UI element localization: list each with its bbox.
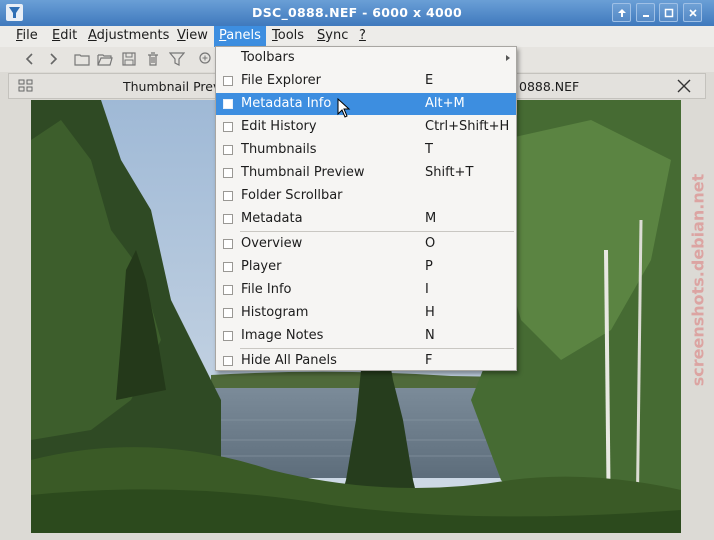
save-button[interactable] xyxy=(120,50,138,68)
menu-item-file-info[interactable]: File Info I xyxy=(216,279,516,301)
trash-icon xyxy=(148,52,158,66)
menu-item-player[interactable]: Player P xyxy=(216,256,516,278)
filter-button[interactable] xyxy=(168,50,186,68)
mouse-cursor-icon xyxy=(337,97,351,122)
checkbox[interactable] xyxy=(223,99,233,109)
close-window-button[interactable] xyxy=(683,3,702,22)
menu-item-toolbars[interactable]: Toolbars xyxy=(216,47,516,69)
maximize-icon xyxy=(664,8,673,17)
chevron-right-icon xyxy=(50,53,58,65)
checkbox[interactable] xyxy=(223,285,233,295)
menu-panels[interactable]: Panels xyxy=(214,26,266,47)
menu-separator xyxy=(240,231,514,232)
back-button[interactable] xyxy=(21,50,39,68)
menu-tools[interactable]: Tools xyxy=(267,26,309,47)
minimize-icon xyxy=(642,14,649,17)
menu-help[interactable]: ? xyxy=(354,26,371,47)
checkbox[interactable] xyxy=(223,214,233,224)
zoom-in-button[interactable] xyxy=(197,50,215,68)
tab-image-file[interactable]: 0888.NEF xyxy=(519,79,579,94)
filter-icon xyxy=(169,52,185,66)
watermark: screenshots.debian.net xyxy=(688,173,708,387)
chevron-left-icon xyxy=(25,53,33,65)
title-bar: DSC_0888.NEF - 6000 x 4000 xyxy=(0,0,714,26)
submenu-arrow-icon xyxy=(506,55,510,61)
menu-bar: File Edit Adjustments View Panels Tools … xyxy=(0,26,714,48)
folder-icon xyxy=(74,54,90,66)
menu-item-histogram[interactable]: Histogram H xyxy=(216,302,516,324)
maximize-button[interactable] xyxy=(659,3,678,22)
menu-adjustments[interactable]: Adjustments xyxy=(83,26,174,47)
close-icon xyxy=(688,8,697,17)
menu-separator xyxy=(240,348,514,349)
menu-item-thumbnail-preview[interactable]: Thumbnail Preview Shift+T xyxy=(216,162,516,184)
new-folder-button[interactable] xyxy=(73,50,91,68)
panels-menu: Toolbars File Explorer E Metadata Info A… xyxy=(215,46,517,371)
checkbox[interactable] xyxy=(223,239,233,249)
forward-button[interactable] xyxy=(44,50,62,68)
zoom-in-icon xyxy=(199,52,211,64)
minimize-button[interactable] xyxy=(636,3,655,22)
menu-item-metadata[interactable]: Metadata M xyxy=(216,208,516,230)
menu-sync[interactable]: Sync xyxy=(312,26,353,47)
checkbox[interactable] xyxy=(223,191,233,201)
checkbox[interactable] xyxy=(223,308,233,318)
window-title: DSC_0888.NEF - 6000 x 4000 xyxy=(252,5,462,20)
menu-item-image-notes[interactable]: Image Notes N xyxy=(216,325,516,347)
save-icon xyxy=(122,52,136,66)
grid-view-icon[interactable] xyxy=(18,79,33,97)
menu-item-overview[interactable]: Overview O xyxy=(216,233,516,255)
keep-above-button[interactable] xyxy=(612,3,631,22)
menu-item-metadata-info[interactable]: Metadata Info Alt+M xyxy=(216,93,516,115)
menu-item-hide-all-panels[interactable]: Hide All Panels F xyxy=(216,350,516,372)
menu-item-edit-history[interactable]: Edit History Ctrl+Shift+H xyxy=(216,116,516,138)
checkbox[interactable] xyxy=(223,262,233,272)
arrow-up-icon xyxy=(617,8,626,17)
checkbox[interactable] xyxy=(223,331,233,341)
menu-edit[interactable]: Edit xyxy=(47,26,82,47)
checkbox[interactable] xyxy=(223,122,233,132)
menu-file[interactable]: File xyxy=(11,26,43,47)
menu-item-thumbnails[interactable]: Thumbnails T xyxy=(216,139,516,161)
delete-button[interactable] xyxy=(144,50,162,68)
menu-item-folder-scrollbar[interactable]: Folder Scrollbar xyxy=(216,185,516,207)
checkbox[interactable] xyxy=(223,145,233,155)
checkbox[interactable] xyxy=(223,168,233,178)
open-button[interactable] xyxy=(96,50,114,68)
checkbox[interactable] xyxy=(223,76,233,86)
menu-view[interactable]: View xyxy=(172,26,213,47)
checkbox[interactable] xyxy=(223,356,233,366)
menu-item-file-explorer[interactable]: File Explorer E xyxy=(216,70,516,92)
folder-open-icon xyxy=(97,54,113,66)
close-tab-icon[interactable] xyxy=(675,77,693,95)
